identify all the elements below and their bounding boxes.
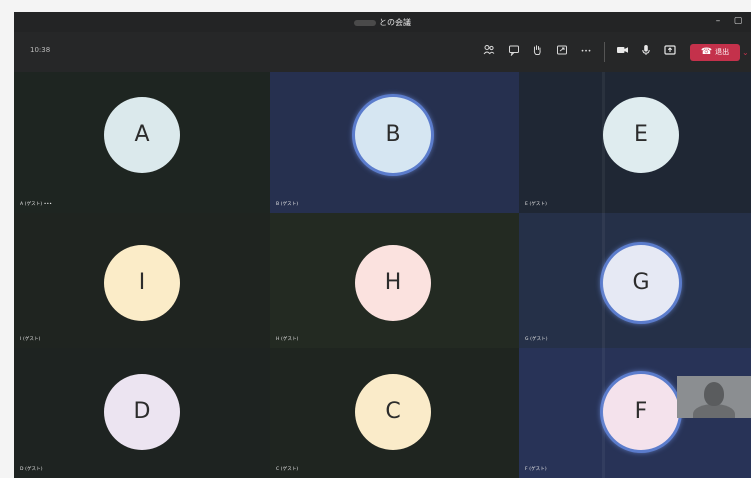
participant-avatar: H: [355, 245, 431, 321]
participant-avatar: C: [355, 374, 431, 450]
participant-name-label: A (ゲスト) •••: [20, 202, 53, 207]
people-icon[interactable]: [481, 44, 497, 60]
chat-icon[interactable]: [506, 44, 522, 60]
self-view-person-head: [704, 382, 724, 406]
participant-name-label: C (ゲスト): [276, 467, 299, 472]
share-tray-icon[interactable]: [554, 44, 570, 60]
leave-options-chevron-icon[interactable]: ⌄: [742, 44, 749, 61]
participant-avatar: I: [104, 245, 180, 321]
participant-avatar: B: [355, 97, 431, 173]
self-view-video[interactable]: [677, 376, 751, 418]
self-view-person-shoulders: [693, 404, 735, 418]
participant-tile[interactable]: H H (ゲスト): [270, 213, 519, 348]
participant-tile[interactable]: A A (ゲスト) •••: [14, 72, 270, 213]
participant-name-label: B (ゲスト): [276, 202, 299, 207]
meeting-timer: 10:38: [30, 46, 51, 54]
title-bar: との会議 – ▢: [14, 12, 751, 32]
leave-button[interactable]: ☎ 退出: [690, 44, 740, 61]
toolbar-divider: [604, 42, 605, 62]
participant-tile[interactable]: C C (ゲスト): [270, 348, 519, 478]
participant-avatar: G: [603, 245, 679, 321]
participant-name-label: F (ゲスト): [525, 467, 547, 472]
participant-name-label: E (ゲスト): [525, 202, 547, 207]
glare-line: [602, 72, 605, 478]
participant-avatar: E: [603, 97, 679, 173]
camera-icon[interactable]: [614, 44, 630, 60]
participant-grid: A A (ゲスト) ••• B B (ゲスト) E E (ゲスト) I I (ゲスト) H H (…: [14, 72, 751, 478]
participant-avatar: F: [603, 374, 679, 450]
participant-name-label: H (ゲスト): [276, 337, 299, 342]
meeting-window: との会議 – ▢ 10:38 ••• ☎ 退出 ⌄ A A (ゲスト) ••• …: [14, 12, 751, 478]
maximize-button[interactable]: ▢: [730, 15, 746, 28]
window-title: との会議: [14, 17, 751, 28]
raise-hand-icon[interactable]: [529, 44, 545, 60]
participant-tile[interactable]: E E (ゲスト): [519, 72, 751, 213]
participant-tile[interactable]: I I (ゲスト): [14, 213, 270, 348]
participant-avatar: A: [104, 97, 180, 173]
mic-icon[interactable]: [638, 44, 654, 60]
participant-name-label: D (ゲスト): [20, 467, 43, 472]
minimize-button[interactable]: –: [710, 15, 726, 28]
participant-tile[interactable]: D D (ゲスト): [14, 348, 270, 478]
participant-tile[interactable]: B B (ゲスト): [270, 72, 519, 213]
participant-tile[interactable]: G G (ゲスト): [519, 213, 751, 348]
meeting-toolbar: 10:38 ••• ☎ 退出 ⌄: [14, 32, 751, 72]
share-screen-icon[interactable]: [662, 44, 678, 60]
hang-up-icon: ☎: [700, 47, 713, 57]
participant-avatar: D: [104, 374, 180, 450]
redacted-name: [354, 19, 377, 26]
more-icon[interactable]: •••: [578, 44, 594, 60]
participant-name-label: I (ゲスト): [20, 337, 41, 342]
participant-name-label: G (ゲスト): [525, 337, 548, 342]
